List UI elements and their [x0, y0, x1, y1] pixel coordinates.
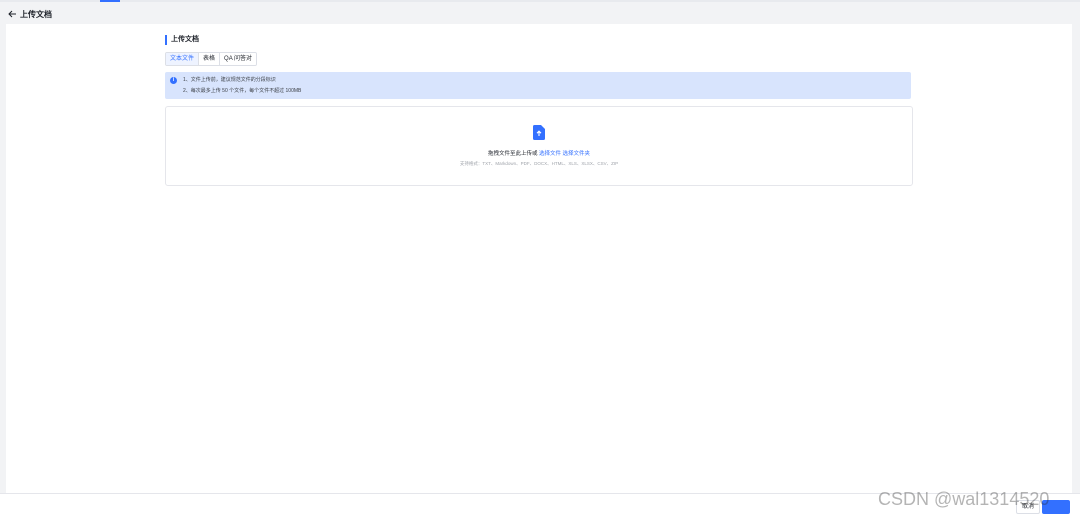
notice-line-1: 1、文件上传前，建议规范文件的分段标识 [183, 77, 276, 83]
notice-line-2: 2、每次最多上传 50 个文件，每个文件不超过 100MB [183, 88, 302, 94]
upload-notice: i 1、文件上传前，建议规范文件的分段标识 2、每次最多上传 50 个文件，每个… [165, 72, 911, 99]
section-title: 上传文档 [165, 35, 199, 45]
drop-prefix: 拖拽文件至此上传或 [487, 151, 538, 157]
tab-qa-pairs[interactable]: QA 问答对 [219, 53, 257, 65]
next-button[interactable] [1042, 500, 1070, 514]
arrow-left-icon [7, 10, 16, 18]
info-icon: i [170, 77, 177, 84]
drop-instruction: 拖拽文件至此上传或 选择文件 选择文件夹 [166, 149, 912, 157]
footer-bar [0, 493, 1080, 519]
cancel-button[interactable]: 取消 [1016, 500, 1040, 514]
tab-text-file[interactable]: 文本文件 [166, 53, 199, 65]
file-upload-icon[interactable] [533, 125, 545, 140]
file-dropzone[interactable]: 拖拽文件至此上传或 选择文件 选择文件夹 支持格式：TXT、Markdown、P… [165, 106, 913, 186]
page-title: 上传文档 [20, 9, 52, 19]
supported-formats: 支持格式：TXT、Markdown、PDF、DOCX、HTML、XLS、XLSX… [459, 161, 619, 166]
back-button[interactable] [6, 8, 18, 20]
top-active-tab-indicator [100, 0, 120, 2]
select-file-link[interactable]: 选择文件 [539, 151, 561, 157]
file-type-tabs: 文本文件 表格 QA 问答对 [165, 52, 258, 66]
main-panel: 上传文档 文本文件 表格 QA 问答对 i 1、文件上传前，建议规范文件的分段标… [6, 24, 1072, 493]
select-folder-link[interactable]: 选择文件夹 [563, 151, 591, 157]
tab-table[interactable]: 表格 [198, 53, 220, 65]
top-tab-strip [0, 0, 1080, 2]
page-header: 上传文档 [0, 4, 1080, 24]
